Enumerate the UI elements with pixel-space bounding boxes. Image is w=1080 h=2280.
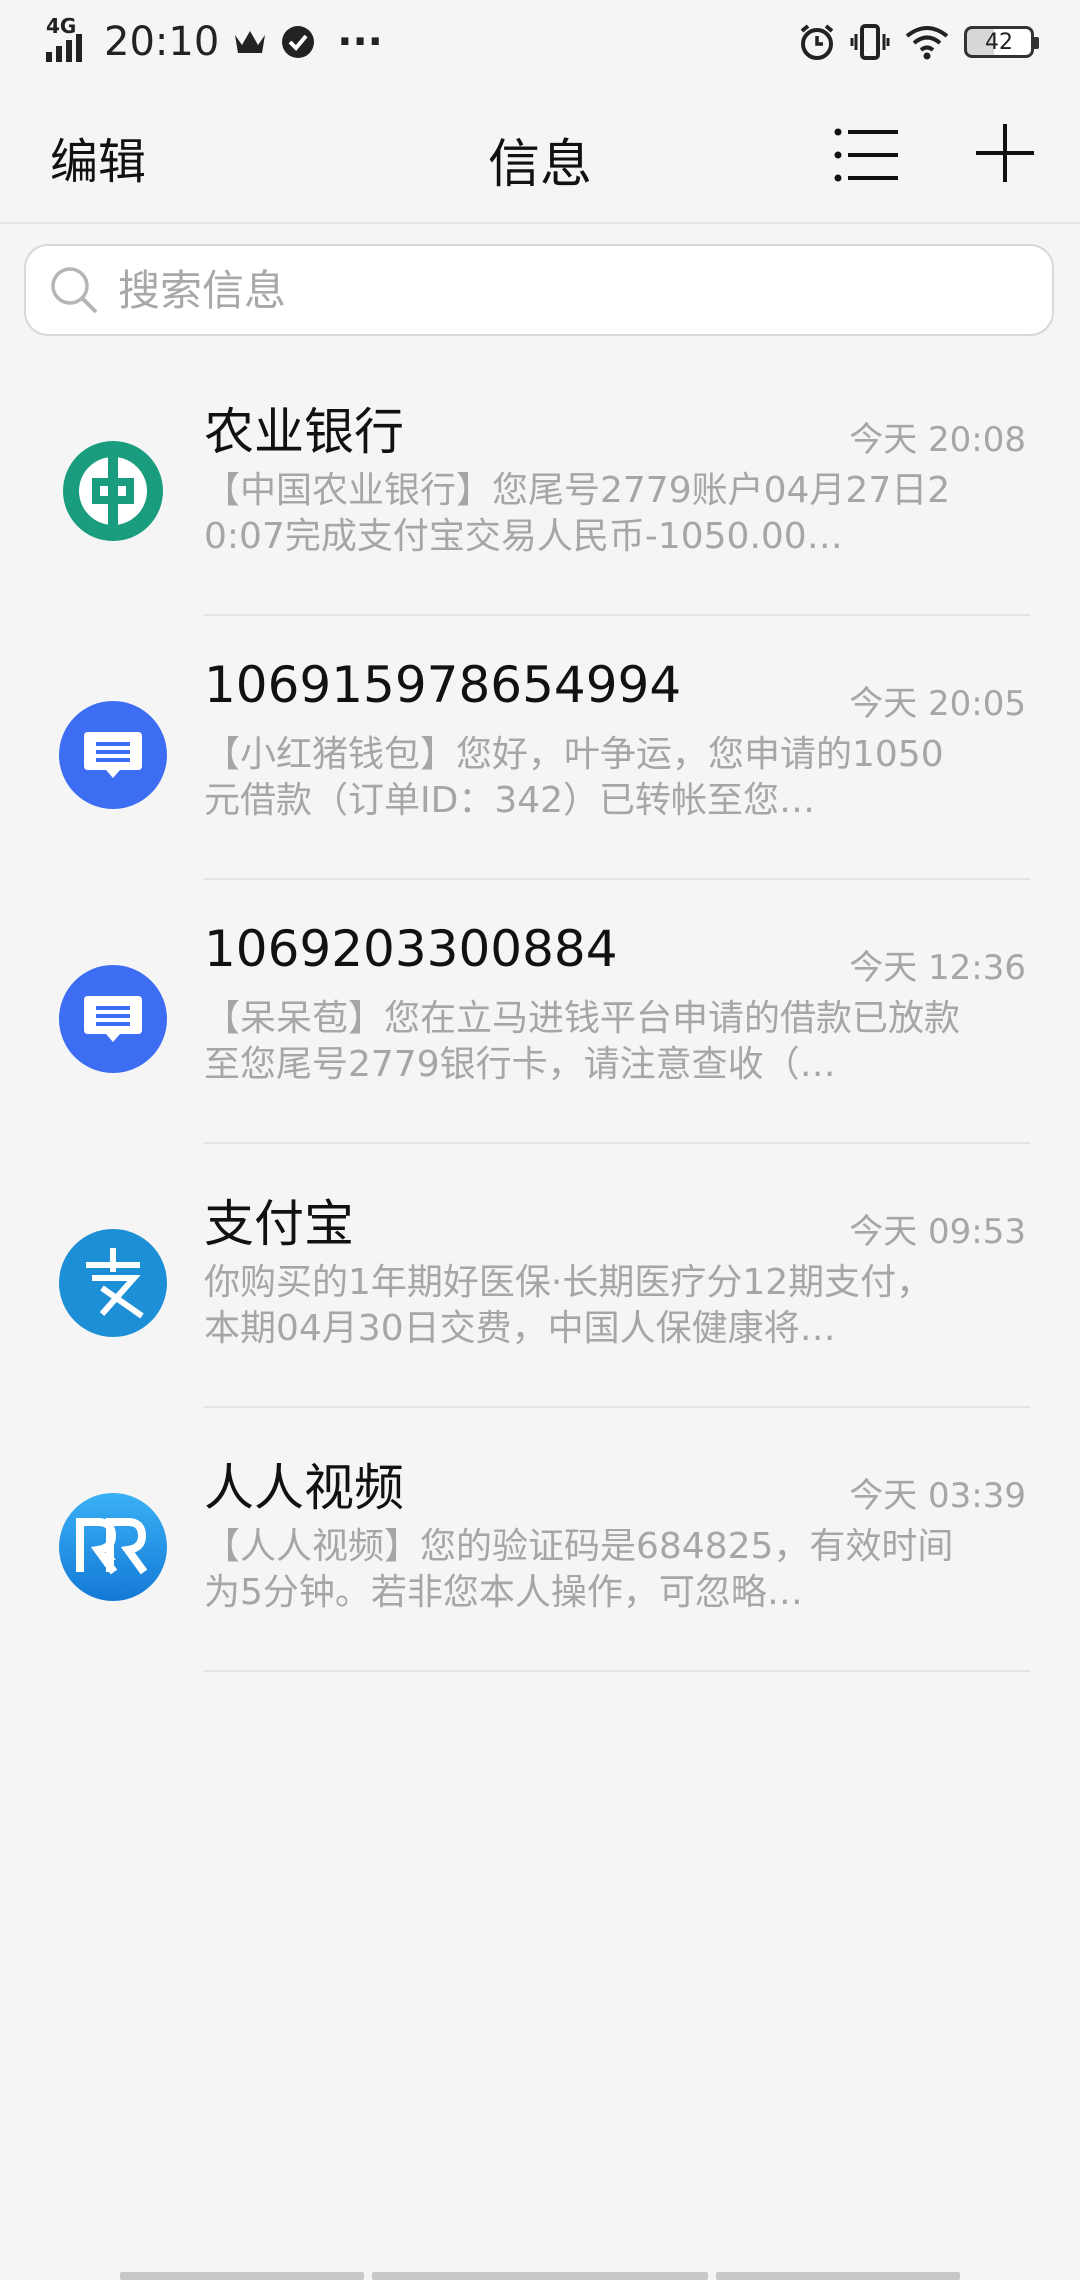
abc-bank-logo [63,441,163,541]
verified-icon [282,26,315,58]
alipay-logo [59,1229,167,1337]
search-icon [51,267,98,314]
signal-icon: 4G [46,14,90,62]
conversation-item[interactable]: 人人视频 今天 03:39 【人人视频】您的验证码是684825，有效时间为5分… [0,1408,1080,1672]
message-time: 今天 03:39 [849,1476,1026,1516]
renren-video-logo [59,1493,167,1601]
conversation-item[interactable]: 1069203300884 今天 12:36 【呆呆苞】您在立马进钱平台申请的借… [0,880,1080,1144]
search-bar[interactable] [24,244,1054,336]
battery-level: 42 [985,29,1013,55]
list-menu-icon[interactable] [834,126,900,184]
sender-name: 1069203300884 [204,920,618,978]
battery-indicator: 42 [964,26,1039,58]
alarm-icon [800,24,834,60]
conversation-item[interactable]: 农业银行 今天 20:08 【中国农业银行】您尾号2779账户04月27日20:… [0,352,1080,616]
conversation-item[interactable]: 支付宝 今天 09:53 你购买的1年期好医保·长期医疗分12期支付，本期04月… [0,1144,1080,1408]
message-icon [59,701,167,809]
message-preview: 【呆呆苞】您在立马进钱平台申请的借款已放款至您尾号2779银行卡，请注意查收（… [204,998,961,1085]
message-time: 今天 09:53 [849,1212,1026,1252]
status-time: 20:10 [104,19,220,65]
message-preview: 【小红猪钱包】您好，叶争运，您申请的1050元借款（订单ID：342）已转帐至您… [204,734,944,821]
wifi-icon [905,26,949,60]
sender-name: 支付宝 [204,1195,354,1253]
crown-icon [235,31,266,53]
message-time: 今天 12:36 [849,948,1026,988]
navigation-hint-bar[interactable] [120,2272,960,2280]
message-preview: 你购买的1年期好医保·长期医疗分12期支付，本期04月30日交费，中国人保健康将… [204,1262,933,1349]
app-header: 编辑 信息 [0,84,1080,224]
page-title: 信息 [487,135,592,195]
plus-icon[interactable] [974,122,1036,184]
status-bar: 4G 20:10 ··· 42 [0,0,1080,84]
sender-name: 人人视频 [204,1459,404,1517]
message-icon [59,965,167,1073]
conversation-item[interactable]: 106915978654994 今天 20:05 【小红猪钱包】您好，叶争运，您… [0,616,1080,880]
message-time: 今天 20:08 [849,420,1026,460]
search-input[interactable] [116,264,1020,316]
divider [204,1670,1030,1672]
conversation-list: 农业银行 今天 20:08 【中国农业银行】您尾号2779账户04月27日20:… [0,352,1080,1672]
message-time: 今天 20:05 [849,684,1026,724]
sender-name: 农业银行 [204,403,404,461]
message-preview: 【人人视频】您的验证码是684825，有效时间为5分钟。若非您本人操作，可忽略… [204,1526,954,1613]
more-notifications: ··· [337,19,383,65]
message-preview: 【中国农业银行】您尾号2779账户04月27日20:07完成支付宝交易人民币-1… [204,470,951,557]
vibrate-icon [850,24,890,60]
sender-name: 106915978654994 [204,656,682,714]
edit-button[interactable]: 编辑 [50,122,146,192]
